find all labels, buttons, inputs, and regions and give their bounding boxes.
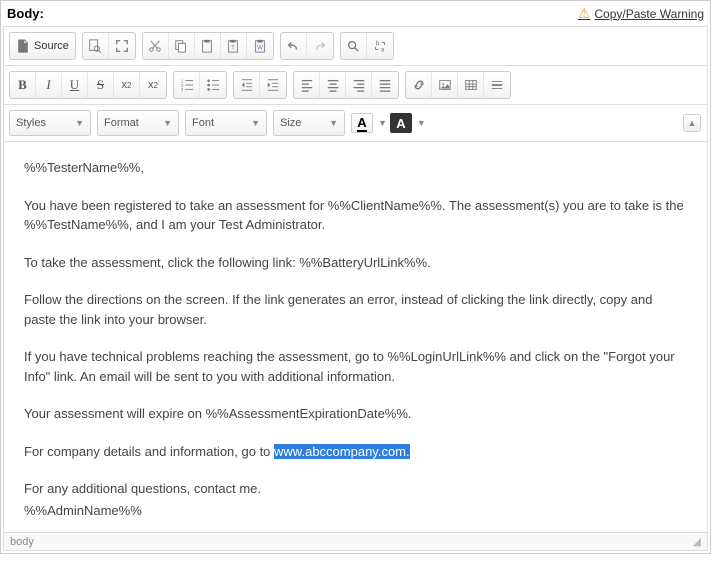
size-dropdown[interactable]: Size▼ [273, 110, 345, 136]
copy-paste-warning-link[interactable]: ⚠ Copy/Paste Warning [578, 5, 704, 22]
replace-button[interactable]: ba [367, 33, 393, 59]
align-justify-button[interactable] [372, 72, 398, 98]
footer-bar: body ◢ [4, 532, 707, 550]
link-button[interactable] [406, 72, 432, 98]
toolbar-row-2: B I U S x2 x2 123 [4, 66, 707, 105]
copy-icon [174, 39, 188, 53]
table-button[interactable] [458, 72, 484, 98]
unordered-list-button[interactable] [200, 72, 226, 98]
scissors-icon [148, 39, 162, 53]
format-dropdown[interactable]: Format▼ [97, 110, 179, 136]
chevron-down-icon: ▼ [75, 118, 84, 128]
rich-text-editor: Source T W ba [3, 26, 708, 551]
paragraph: For any additional questions, contact me… [24, 479, 687, 499]
outdent-icon [240, 78, 254, 92]
image-icon [438, 78, 452, 92]
font-dropdown[interactable]: Font▼ [185, 110, 267, 136]
paragraph: For company details and information, go … [24, 442, 687, 462]
maximize-button[interactable] [109, 33, 135, 59]
bg-color-button[interactable]: A [390, 113, 412, 133]
align-center-icon [326, 78, 340, 92]
body-label: Body: [7, 6, 44, 21]
subscript-button[interactable]: x2 [114, 72, 140, 98]
paragraph: If you have technical problems reaching … [24, 347, 687, 386]
paragraph: %%TesterName%%, [24, 158, 687, 178]
chevron-down-icon: ▼ [163, 118, 172, 128]
styles-dropdown[interactable]: Styles▼ [9, 110, 91, 136]
paragraph: You have been registered to take an asse… [24, 196, 687, 235]
chevron-down-icon: ▼ [251, 118, 260, 128]
paste-button[interactable] [195, 33, 221, 59]
svg-text:W: W [257, 45, 263, 52]
cut-button[interactable] [143, 33, 169, 59]
paste-text-button[interactable]: T [221, 33, 247, 59]
bold-button[interactable]: B [10, 72, 36, 98]
hr-button[interactable] [484, 72, 510, 98]
svg-text:3: 3 [180, 87, 183, 92]
clipboard-icon [200, 39, 214, 53]
maximize-icon [115, 39, 129, 53]
resize-handle[interactable]: ◢ [693, 535, 701, 548]
toolbar-row-1: Source T W ba [4, 27, 707, 66]
horizontal-rule-icon [490, 78, 504, 92]
undo-icon [286, 39, 300, 53]
paragraph: Follow the directions on the screen. If … [24, 290, 687, 329]
preview-button[interactable] [83, 33, 109, 59]
content-area: %%TesterName%%, You have been registered… [4, 142, 707, 532]
table-icon [464, 78, 478, 92]
header-bar: Body: ⚠ Copy/Paste Warning [1, 1, 710, 26]
svg-text:T: T [231, 45, 235, 52]
selected-link-text: www.abccompany.com [274, 444, 406, 459]
editor-container: Body: ⚠ Copy/Paste Warning Source [0, 0, 711, 554]
align-right-icon [352, 78, 366, 92]
align-left-button[interactable] [294, 72, 320, 98]
find-button[interactable] [341, 33, 367, 59]
document-icon [16, 39, 30, 53]
indent-button[interactable] [260, 72, 286, 98]
link-icon [412, 78, 426, 92]
svg-text:b: b [375, 40, 379, 47]
source-button[interactable]: Source [10, 33, 75, 59]
outdent-button[interactable] [234, 72, 260, 98]
search-icon [346, 39, 360, 53]
italic-button[interactable]: I [36, 72, 62, 98]
text-color-button[interactable]: A [351, 113, 373, 133]
image-button[interactable] [432, 72, 458, 98]
paragraph: To take the assessment, click the follow… [24, 253, 687, 273]
collapse-toolbar-button[interactable]: ▲ [683, 114, 701, 132]
warning-text: Copy/Paste Warning [594, 7, 704, 21]
ordered-list-button[interactable]: 123 [174, 72, 200, 98]
undo-button[interactable] [281, 33, 307, 59]
numbered-list-icon: 123 [180, 78, 194, 92]
paragraph: Your assessment will expire on %%Assessm… [24, 404, 687, 424]
chevron-down-icon: ▼ [329, 118, 338, 128]
indent-icon [266, 78, 280, 92]
copy-button[interactable] [169, 33, 195, 59]
svg-text:a: a [381, 46, 385, 53]
toolbar-row-3: Styles▼ Format▼ Font▼ Size▼ A▼ A▼ ▲ [4, 105, 707, 142]
editable-body[interactable]: %%TesterName%%, You have been registered… [4, 142, 707, 532]
chevron-down-icon[interactable]: ▼ [414, 118, 429, 128]
paragraph: %%AdminName%% [24, 501, 687, 521]
align-justify-icon [378, 78, 392, 92]
align-right-button[interactable] [346, 72, 372, 98]
underline-button[interactable]: U [62, 72, 88, 98]
strike-button[interactable]: S [88, 72, 114, 98]
align-center-button[interactable] [320, 72, 346, 98]
bullet-list-icon [206, 78, 220, 92]
chevron-down-icon[interactable]: ▼ [375, 118, 390, 128]
clipboard-text-icon: T [226, 39, 240, 53]
redo-button[interactable] [307, 33, 333, 59]
replace-icon: ba [373, 39, 387, 53]
warning-icon: ⚠ [578, 5, 591, 22]
element-path[interactable]: body [10, 536, 34, 548]
page-magnify-icon [88, 39, 102, 53]
redo-icon [313, 39, 327, 53]
paste-word-button[interactable]: W [247, 33, 273, 59]
superscript-button[interactable]: x2 [140, 72, 166, 98]
clipboard-word-icon: W [253, 39, 267, 53]
align-left-icon [300, 78, 314, 92]
